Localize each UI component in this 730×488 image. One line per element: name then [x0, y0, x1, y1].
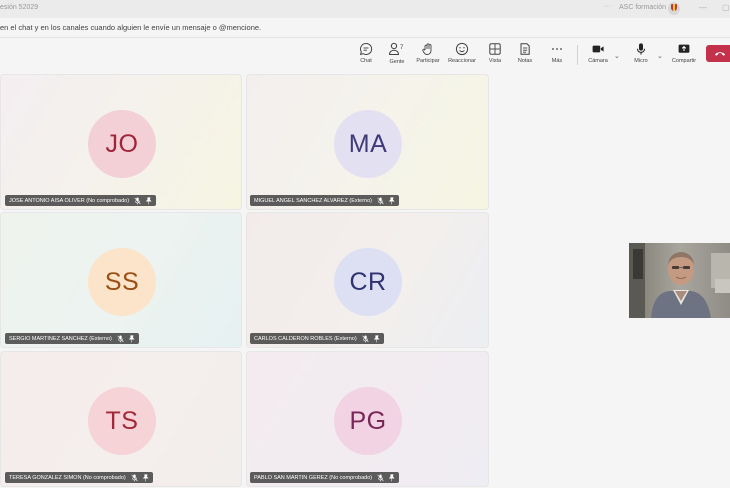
share-label: Compartir — [671, 58, 697, 64]
hang-up-icon — [715, 52, 725, 56]
window-title: esión 52029 — [0, 4, 39, 11]
participant-tile[interactable]: CR CARLOS CALDERON ROBLES (Externo) — [246, 212, 489, 348]
notes-label: Notas — [517, 58, 533, 64]
participant-name: SERGIO MARTINEZ SANCHEZ (Externo) — [9, 335, 112, 342]
camera-label: Cámara — [588, 58, 608, 64]
participant-tile[interactable]: PG PABLO SAN MARTIN GEREZ (No comprobado… — [246, 351, 489, 487]
banner-text: en el chat y en los canales cuando algui… — [0, 23, 262, 32]
microphone-icon — [636, 43, 646, 55]
raise-hand-icon — [422, 43, 432, 55]
react-label: Reaccionar — [448, 58, 476, 64]
people-label: Gente — [389, 59, 405, 65]
participant-name: PABLO SAN MARTIN GEREZ (No comprobado) — [254, 474, 373, 481]
participant-tile[interactable]: JO JOSE ANTONIO AISA OLIVER (No comproba… — [0, 74, 242, 210]
participant-name: CARLOS CALDERON ROBLES (Externo) — [254, 335, 357, 342]
people-button[interactable]: 7 Gente — [387, 42, 407, 70]
people-count: 7 — [400, 45, 404, 51]
name-tag: SERGIO MARTINEZ SANCHEZ (Externo) — [5, 333, 139, 344]
more-label: Más — [551, 58, 563, 64]
avatar-initials: MA — [348, 129, 388, 158]
participant-name: MIGUEL ANGEL SANCHEZ ALVAREZ (Externo) — [254, 197, 372, 204]
self-video-preview[interactable] — [629, 243, 730, 318]
avatar: CR — [334, 248, 402, 316]
emoji-icon — [455, 42, 469, 56]
notification-banner: en el chat y en los canales cuando algui… — [0, 18, 730, 38]
pin-icon[interactable] — [128, 334, 135, 343]
mic-off-icon — [362, 335, 369, 343]
avatar: JO — [88, 110, 156, 178]
avatar-initials: JO — [105, 129, 139, 158]
view-button[interactable]: Vista — [486, 42, 504, 70]
chat-icon — [359, 42, 373, 56]
avatar: TS — [88, 387, 156, 455]
avatar-initials: PG — [349, 406, 387, 435]
maximize-button[interactable]: ▢ — [722, 3, 730, 12]
self-video-image — [629, 243, 730, 318]
chat-label: Chat — [360, 58, 372, 64]
participant-tile[interactable]: SS SERGIO MARTINEZ SANCHEZ (Externo) — [0, 212, 242, 348]
pin-icon[interactable] — [145, 196, 152, 205]
toolbar-divider — [577, 45, 578, 65]
video-camera-icon — [592, 45, 604, 53]
org-avatar-icon[interactable] — [668, 2, 680, 15]
avatar-initials: CR — [349, 267, 387, 296]
name-tag: TERESA GONZALEZ SIMON (No comprobado) — [5, 472, 153, 483]
mic-off-icon — [134, 197, 141, 205]
mic-button[interactable]: Micro — [632, 42, 650, 70]
raise-hand-label: Participar — [416, 58, 440, 64]
chat-button[interactable]: Chat — [358, 42, 374, 70]
share-screen-icon — [678, 44, 690, 53]
more-button[interactable]: Más — [549, 42, 565, 70]
more-dots-icon — [552, 48, 562, 50]
participant-name: TERESA GONZALEZ SIMON (No comprobado) — [9, 474, 126, 481]
participant-tile[interactable]: TS TERESA GONZALEZ SIMON (No comprobado) — [0, 351, 242, 487]
view-label: Vista — [488, 58, 502, 64]
name-tag: JOSE ANTONIO AISA OLIVER (No comprobado) — [5, 195, 157, 206]
avatar: PG — [334, 387, 402, 455]
avatar: MA — [334, 110, 402, 178]
pin-icon[interactable] — [388, 473, 395, 482]
name-tag: CARLOS CALDERON ROBLES (Externo) — [250, 333, 384, 344]
notes-icon — [520, 43, 530, 55]
camera-button[interactable]: Cámara — [587, 42, 609, 70]
react-button[interactable]: Reaccionar — [448, 42, 476, 70]
grid-view-icon — [489, 43, 501, 55]
camera-options-chevron-icon[interactable]: ⌄ — [614, 52, 620, 60]
avatar-initials: TS — [105, 406, 139, 435]
notes-button[interactable]: Notas — [516, 42, 534, 70]
raise-hand-button[interactable]: Participar — [416, 42, 440, 70]
mic-off-icon — [377, 474, 384, 482]
mic-off-icon — [131, 474, 138, 482]
avatar-initials: SS — [104, 267, 140, 296]
name-tag: MIGUEL ANGEL SANCHEZ ALVAREZ (Externo) — [250, 195, 399, 206]
avatar: SS — [88, 248, 156, 316]
mic-options-chevron-icon[interactable]: ⌄ — [657, 52, 663, 60]
leave-button[interactable] — [706, 45, 730, 62]
pin-icon[interactable] — [388, 196, 395, 205]
org-name[interactable]: ASC formación — [619, 4, 666, 11]
share-button[interactable]: Compartir — [670, 42, 698, 70]
mic-off-icon — [377, 197, 384, 205]
participant-name: JOSE ANTONIO AISA OLIVER (No comprobado) — [9, 197, 130, 204]
name-tag: PABLO SAN MARTIN GEREZ (No comprobado) — [250, 472, 400, 483]
meeting-toolbar: Chat 7 Gente Participar Reaccionar Vista… — [0, 38, 730, 72]
title-bar: esión 52029 ··· ASC formación — ▢ — [0, 0, 730, 18]
participant-tile[interactable]: MA MIGUEL ANGEL SANCHEZ ALVAREZ (Externo… — [246, 74, 489, 210]
mic-off-icon — [117, 335, 124, 343]
minimize-button[interactable]: — — [699, 3, 707, 12]
mic-label: Micro — [634, 58, 648, 64]
pin-icon[interactable] — [373, 334, 380, 343]
pin-icon[interactable] — [142, 473, 149, 482]
more-options-icon[interactable]: ··· — [604, 3, 611, 10]
